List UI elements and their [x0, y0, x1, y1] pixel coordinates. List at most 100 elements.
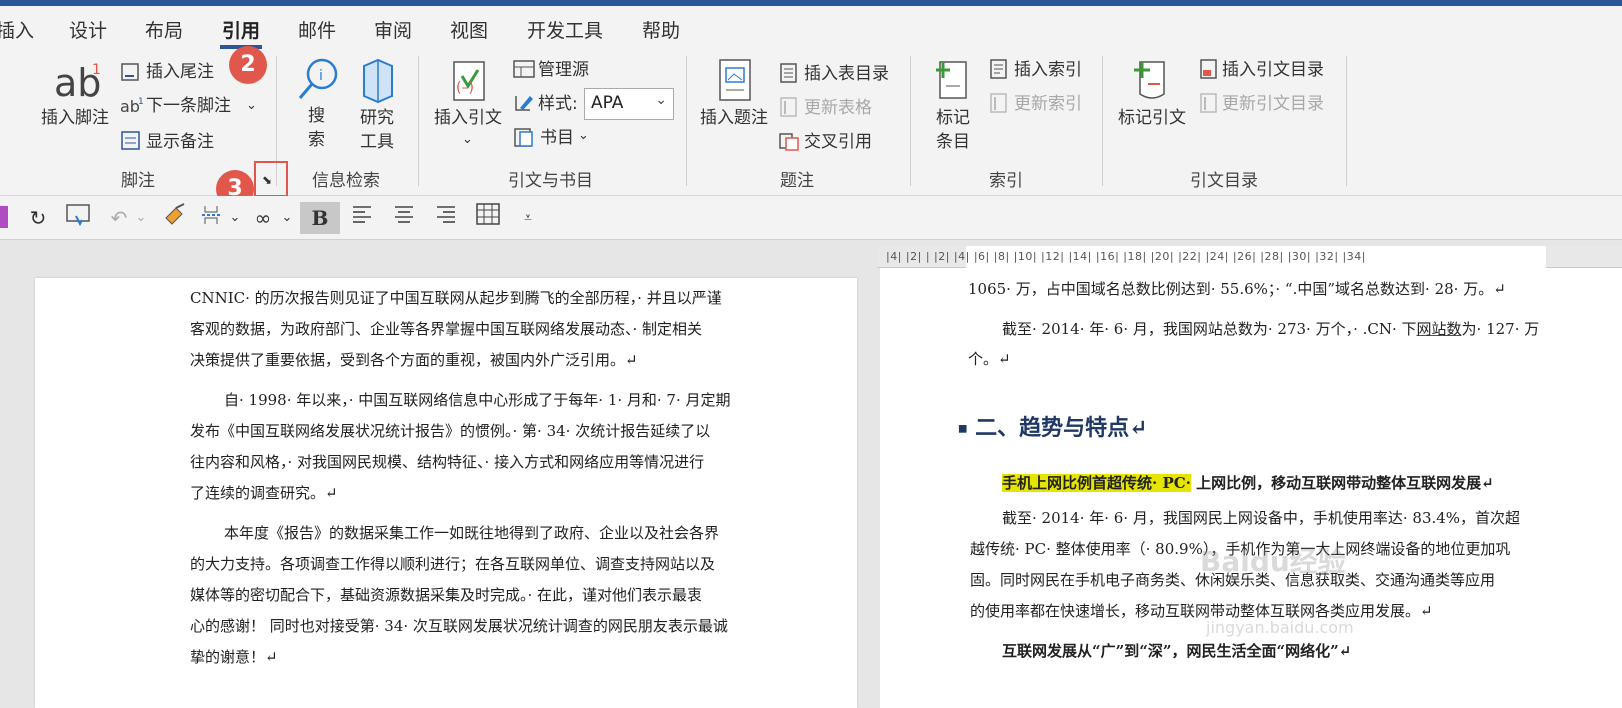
insert-footnote-button[interactable]: 插入脚注 — [41, 108, 109, 128]
index-group-label: 索引 — [989, 171, 1023, 191]
bibliography-button[interactable]: 书目 — [540, 128, 574, 148]
next-footnote-button[interactable]: 下一条脚注 — [146, 96, 231, 116]
tab-insert[interactable]: 插入 — [0, 16, 34, 43]
cross-reference-button[interactable]: 交叉引用 — [804, 132, 872, 152]
align-left-icon[interactable] — [346, 202, 378, 234]
search-icon: i — [296, 56, 340, 108]
text-span: 为· 127· 万 — [1461, 320, 1540, 338]
insert-endnote-button[interactable]: 插入尾注 — [146, 62, 214, 82]
insert-citation-icon: (–) — [448, 58, 492, 108]
format-painter-icon[interactable] — [160, 202, 190, 234]
watermark: Baidu经验 — [1200, 545, 1346, 578]
mark-entry-button-line1[interactable]: 标记 — [936, 108, 970, 128]
insert-caption-button[interactable]: 插入题注 — [700, 108, 768, 128]
macro-icon[interactable] — [0, 206, 8, 228]
heading-text: 二、趋势与特点↵ — [975, 415, 1148, 441]
researcher-icon — [358, 56, 398, 108]
ribbon-tabs: 插入 设计 布局 引用 邮件 审阅 视图 开发工具 帮助 — [0, 6, 1622, 50]
svg-text:1: 1 — [138, 97, 144, 107]
svg-text:1: 1 — [92, 62, 101, 78]
insert-toa-icon — [1198, 58, 1220, 84]
chevron-down-icon[interactable]: ⌄ — [280, 202, 294, 234]
chevron-down-icon[interactable]: ⌄ — [228, 202, 242, 234]
researcher-button-line1[interactable]: 研究 — [360, 108, 394, 128]
mark-entry-icon — [930, 56, 970, 108]
text-line: 的大力支持。各项调查工作得以顺利进行；在各互联网单位、调查支持网站以及 — [190, 555, 716, 573]
page-break-icon[interactable] — [196, 202, 226, 234]
group-separator — [418, 56, 419, 186]
section-heading: ■ 二、趋势与特点↵ — [958, 410, 1148, 442]
group-separator — [1102, 56, 1103, 186]
tab-help[interactable]: 帮助 — [642, 16, 680, 43]
manage-sources-button[interactable]: 管理源 — [538, 60, 589, 80]
update-index-icon — [988, 92, 1010, 118]
update-toa-icon — [1198, 92, 1220, 118]
watermark-url: jingyan.baidu.com — [1206, 618, 1354, 637]
customize-toolbar-icon[interactable]: ⩡ — [518, 202, 538, 234]
chevron-down-icon[interactable]: ⌄ — [578, 126, 589, 146]
screen-icon[interactable] — [62, 202, 94, 234]
bold-button[interactable]: B — [300, 202, 340, 234]
group-separator — [686, 56, 687, 186]
update-toa-button[interactable]: 更新引文目录 — [1222, 94, 1324, 114]
citation-style-select[interactable]: APA ⌄ — [584, 88, 674, 120]
update-table-button[interactable]: 更新表格 — [804, 98, 872, 118]
mark-citation-icon — [1130, 56, 1170, 108]
show-notes-button[interactable]: 显示备注 — [146, 132, 214, 152]
citations-group-label: 引文与书目 — [508, 171, 593, 191]
tab-design[interactable]: 设计 — [69, 16, 107, 43]
align-center-icon[interactable] — [388, 202, 420, 234]
left-paragraph-3: 本年度《报告》的数据采集工作一如既往地得到了政府、企业以及社会各界 的大力支持。… — [190, 518, 728, 673]
mark-citation-button[interactable]: 标记引文 — [1118, 108, 1186, 128]
right-line-2: 截至· 2014· 年· 6· 月，我国网站总数为· 273· 万个，· .CN… — [1002, 314, 1539, 345]
redo-icon[interactable]: ↻ — [24, 202, 52, 234]
update-index-button[interactable]: 更新索引 — [1014, 94, 1082, 114]
link-text[interactable]: 网站数 — [1417, 320, 1462, 338]
researcher-button-line2[interactable]: 工具 — [360, 132, 394, 152]
tab-references[interactable]: 引用 — [219, 16, 263, 49]
mark-entry-button-line2[interactable]: 条目 — [936, 132, 970, 152]
left-paragraph-2: 自· 1998· 年以来，· 中国互联网络信息中心形成了于每年· 1· 月和· … — [190, 385, 731, 509]
insert-endnote-icon — [120, 62, 142, 86]
captions-group-label: 题注 — [780, 171, 814, 191]
tab-mailings[interactable]: 邮件 — [298, 16, 336, 43]
insert-toa-button[interactable]: 插入引文目录 — [1222, 60, 1324, 80]
chevron-down-icon: ⌄ — [655, 92, 667, 108]
next-footnote-icon: ab 1 — [120, 96, 144, 120]
search-button-line1[interactable]: 搜 — [308, 106, 325, 126]
svg-text:i: i — [319, 68, 323, 84]
table-icon[interactable] — [472, 202, 504, 234]
text-line: 挚的谢意！↵ — [190, 648, 278, 666]
tab-review[interactable]: 审阅 — [374, 16, 412, 43]
insert-table-of-figures-button[interactable]: 插入表目录 — [804, 64, 889, 84]
left-paragraph-1: CNNIC· 的历次报告则见证了中国互联网从起步到腾飞的全部历程，· 并且以严谨… — [190, 283, 722, 376]
text-line: 往内容和风格，· 对我国网民规模、结构特征、· 接入方式和网络应用等情况进行 — [190, 453, 705, 471]
link-icon[interactable]: ∞ — [248, 202, 278, 234]
text-line: 媒体等的密切配合下，基础资源数据采集及时完成。· 在此，谨对他们表示最衷 — [190, 586, 703, 604]
right-line-1: 1065· 万，占中国域名总数比例达到· 55.6%；· “.中国”域名总数达到… — [968, 280, 1506, 298]
chevron-down-icon[interactable]: ⌄ — [462, 130, 473, 150]
text-line: 本年度《报告》的数据采集工作一如既往地得到了政府、企业以及社会各界 — [224, 524, 720, 542]
cross-reference-icon — [778, 130, 800, 156]
insert-index-button[interactable]: 插入索引 — [1014, 60, 1082, 80]
ruler-ticks: |4| |2| | |2| |4| |6| |8| |10| |12| |14|… — [886, 250, 1366, 263]
chevron-down-icon[interactable]: ⌄ — [134, 202, 148, 234]
tab-layout[interactable]: 布局 — [145, 16, 183, 43]
quick-access-toolbar: ↻ ↶ ⌄ ⌄ ∞ ⌄ B ⩡ — [0, 196, 1622, 240]
text-line: 截至· 2014· 年· 6· 月，我国网民上网设备中，手机使用率达· 83.4… — [1002, 509, 1521, 527]
undo-icon[interactable]: ↶ — [104, 202, 134, 234]
tab-developer[interactable]: 开发工具 — [527, 16, 603, 43]
align-right-icon[interactable] — [430, 202, 462, 234]
text-line: 了连续的调查研究。↵ — [190, 484, 338, 502]
svg-text:(–): (–) — [456, 80, 474, 96]
chevron-down-icon[interactable]: ⌄ — [246, 96, 257, 116]
search-button-line2[interactable]: 索 — [308, 130, 325, 150]
table-of-figures-icon — [778, 62, 800, 88]
insert-citation-button[interactable]: 插入引文 — [434, 108, 502, 128]
horizontal-ruler[interactable]: |4| |2| | |2| |4| |6| |8| |10| |12| |14|… — [878, 246, 1622, 268]
update-table-icon — [778, 96, 800, 122]
research-group-label: 信息检索 — [312, 171, 380, 191]
text-line: 客观的数据，为政府部门、企业等各界掌握中国互联网络发展动态、· 制定相关 — [190, 320, 703, 338]
text-span: 截至· 2014· 年· 6· 月，我国网站总数为· 273· 万个，· .CN… — [1002, 320, 1417, 338]
tab-view[interactable]: 视图 — [450, 16, 488, 43]
